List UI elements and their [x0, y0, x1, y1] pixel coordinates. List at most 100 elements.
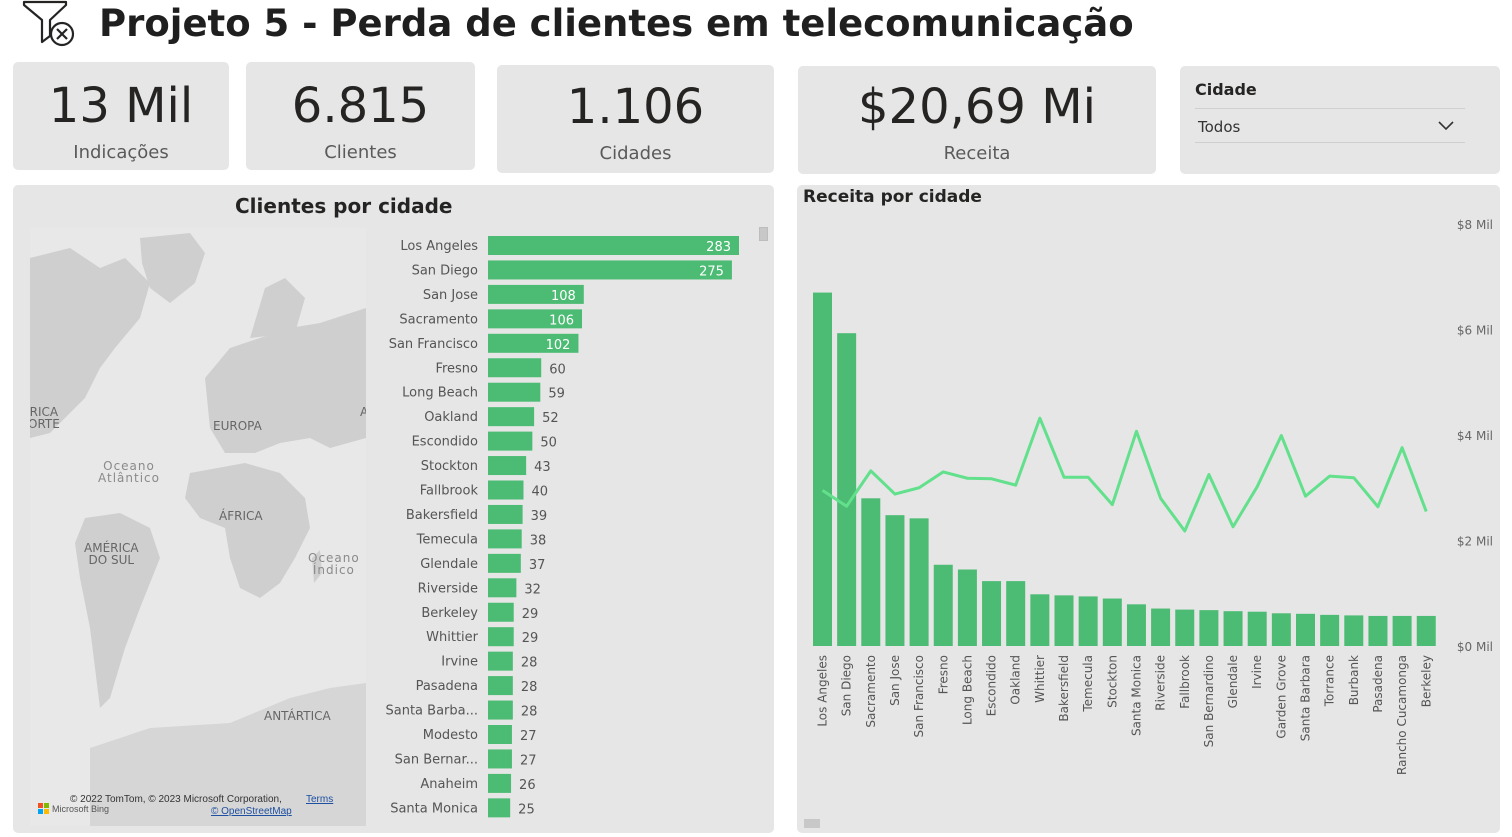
bar-data-label: 27 [520, 753, 537, 768]
slicer-divider [1195, 108, 1465, 109]
map-label-europa: EUROPA [213, 419, 262, 433]
x-tick-label: Berkeley [1419, 655, 1433, 707]
x-tick-label: Pasadena [1371, 655, 1385, 713]
terms-link[interactable]: Terms [306, 794, 333, 805]
bar-category-label: San Francisco [389, 337, 478, 352]
x-tick-label: Irvine [1250, 655, 1264, 689]
bar [488, 700, 513, 720]
x-tick-label: Garden Grove [1274, 655, 1288, 739]
x-tick-label: Santa Monica [1129, 655, 1143, 736]
bar-category-label: Fresno [435, 361, 478, 376]
bar-category-label: Santa Barba... [386, 704, 479, 719]
bar-category-label: San Diego [412, 263, 478, 278]
receita-por-cidade-panel: Receita por cidade $0 Mil $2 Mil $4 Mil $6 … [797, 185, 1500, 833]
x-tick-label: Riverside [1154, 655, 1168, 711]
bar-data-label: 283 [706, 240, 731, 255]
bar [488, 260, 732, 280]
bar [488, 553, 521, 573]
bar-data-label: 40 [531, 485, 548, 500]
x-tick-label: Long Beach [960, 655, 974, 725]
bar [1078, 596, 1098, 646]
bar-data-label: 50 [540, 436, 557, 451]
kpi-value: $20,69 Mi [858, 79, 1096, 135]
x-tick-label: Rancho Cucamonga [1395, 655, 1409, 775]
bar-category-label: Modesto [423, 728, 478, 743]
receita-combo-chart-svg: $0 Mil $2 Mil $4 Mil $6 Mil $8 Mil Los Angele… [813, 218, 1493, 775]
bar-category-label: Irvine [441, 655, 478, 670]
x-tick-label: Oakland [1009, 655, 1023, 705]
bar-category-label: San Bernar... [395, 752, 478, 767]
bar [488, 749, 512, 769]
bar-data-label: 29 [522, 631, 539, 646]
bar [861, 498, 881, 646]
cidade-slicer: Cidade Todos [1180, 66, 1500, 174]
bar [488, 627, 514, 647]
y-tick-label: $8 Mil [1457, 218, 1493, 232]
bar-data-label: 26 [519, 778, 536, 793]
bar [982, 581, 1002, 646]
kpi-card-receita: $20,69 Mi Receita [798, 66, 1156, 174]
bar-category-label: Riverside [418, 581, 478, 596]
bar [1392, 615, 1412, 646]
bar-data-label: 39 [531, 509, 548, 524]
bar-category-label: Oakland [424, 410, 478, 425]
map-label-oceano-indico: Oceano Índico [308, 551, 360, 577]
x-tick-label: San Francisco [912, 655, 926, 737]
bar-category-label: Stockton [421, 459, 478, 474]
bar [1344, 615, 1364, 646]
bar [488, 578, 517, 598]
x-tick-label: Torrance [1323, 655, 1337, 707]
vertical-scrollbar[interactable] [759, 227, 768, 241]
bar [1320, 614, 1340, 646]
bar [1006, 581, 1026, 646]
x-tick-label: Whittier [1033, 655, 1047, 703]
x-tick-label: Escondido [985, 655, 999, 716]
report-header: Projeto 5 - Perda de clientes em telecom… [0, 0, 1512, 56]
x-tick-label: Fallbrook [1178, 655, 1192, 709]
clientes-bar-chart-svg: Los Angeles 283 San Diego 275 San Jose 108 Sac… [386, 236, 739, 818]
bar [1030, 594, 1050, 646]
bar [1175, 609, 1195, 646]
map-label-america-sul: AMÉRICA DO SUL [84, 541, 139, 567]
bar [933, 564, 953, 646]
kpi-card-indicacoes: 13 Mil Indicações [13, 62, 229, 170]
page-title: Projeto 5 - Perda de clientes em telecom… [99, 2, 1134, 45]
bar-data-label: 27 [520, 729, 537, 744]
chevron-down-icon[interactable] [1436, 116, 1456, 136]
bar [837, 333, 857, 646]
openstreetmap-link[interactable]: © OpenStreetMap [211, 806, 292, 817]
series-line [821, 416, 1428, 533]
bar-category-label: Sacramento [399, 312, 478, 327]
bar [488, 382, 541, 402]
slicer-selected-value[interactable]: Todos [1198, 118, 1240, 136]
bar [488, 431, 533, 451]
kpi-value: 13 Mil [48, 78, 194, 134]
bar [488, 651, 513, 671]
bar [488, 773, 512, 793]
bar [488, 407, 535, 427]
bar-data-label: 32 [524, 582, 541, 597]
bar-category-label: San Jose [423, 288, 478, 303]
x-tick-label: San Diego [840, 655, 854, 716]
map-label-antartica: ANTÁRTICA [264, 709, 331, 723]
bar [1368, 615, 1388, 646]
y-tick-label: $4 Mil [1457, 429, 1493, 443]
bar [488, 456, 527, 476]
bar-category-label: Long Beach [402, 386, 478, 401]
x-tick-label: San Jose [888, 655, 902, 706]
map-label-america-norte: RICA ORTE [30, 405, 60, 431]
horizontal-scrollbar[interactable] [804, 819, 820, 828]
bar-category-label: Escondido [412, 435, 478, 450]
bar-data-label: 38 [530, 533, 547, 548]
x-tick-label: Sacramento [864, 655, 878, 728]
bar-category-label: Bakersfield [406, 508, 478, 523]
clear-filters-icon[interactable] [22, 0, 78, 50]
bar [1271, 613, 1291, 646]
microsoft-logo-icon [38, 803, 49, 814]
bar [1126, 604, 1146, 646]
world-map[interactable]: RICA ORTE EUROPA Oceano Atlântico ÁFRICA A… [30, 228, 366, 826]
bar-data-label: 60 [549, 362, 566, 377]
bar [488, 236, 739, 255]
bing-label: Microsoft Bing [52, 803, 110, 814]
map-label-oceano-atlantico: Oceano Atlântico [98, 459, 160, 485]
